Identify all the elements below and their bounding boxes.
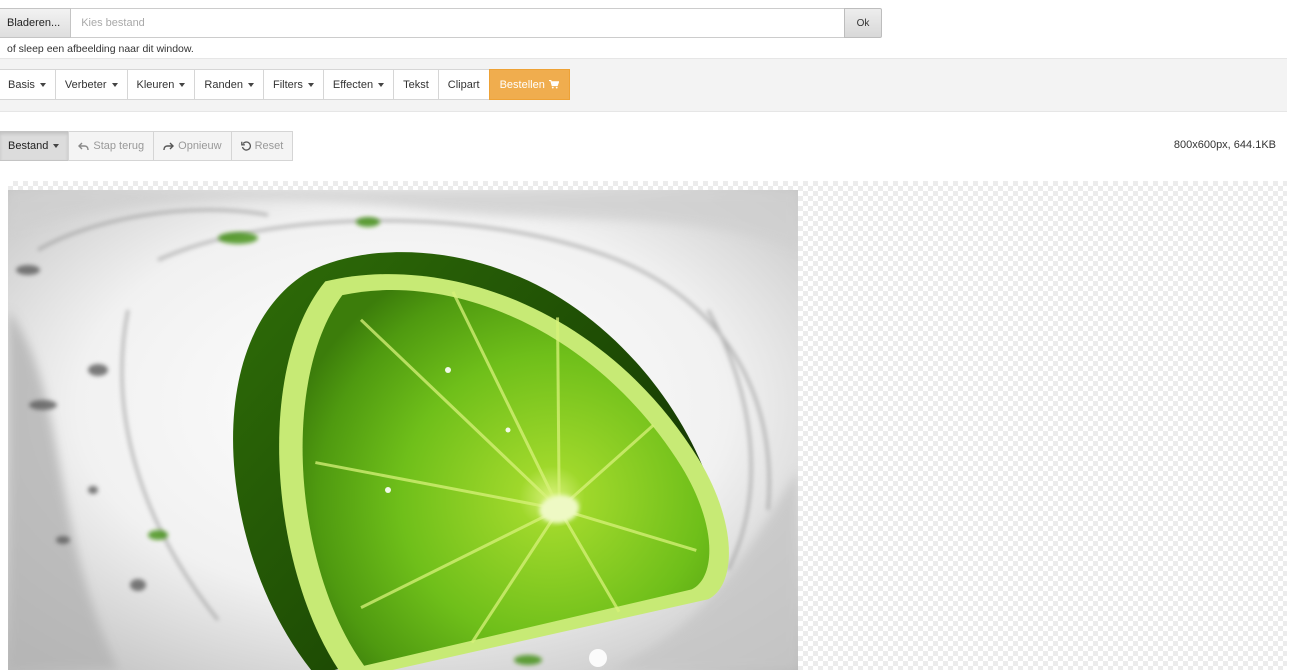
lime-splash-image bbox=[8, 190, 798, 670]
reset-label: Reset bbox=[254, 140, 284, 152]
caret-down-icon bbox=[111, 82, 118, 87]
browse-button-label: Bladeren... bbox=[7, 17, 61, 29]
browse-button[interactable]: Bladeren... bbox=[0, 8, 72, 38]
ok-button[interactable]: Ok bbox=[844, 8, 882, 38]
edited-photo[interactable] bbox=[8, 190, 798, 670]
menu-label: Randen bbox=[204, 78, 243, 91]
menu-label: Kleuren bbox=[136, 78, 175, 91]
redo-icon bbox=[163, 142, 175, 150]
menu-filters[interactable]: Filters bbox=[262, 69, 324, 100]
image-canvas[interactable] bbox=[8, 181, 1287, 670]
ok-button-label: Ok bbox=[856, 17, 870, 29]
undo-icon bbox=[78, 142, 90, 150]
menu-tekst[interactable]: Tekst bbox=[393, 69, 439, 100]
menu-bar: Basis Verbeter Kleuren Randen Filters Ef… bbox=[0, 58, 1287, 112]
file-menu-label: Bestand bbox=[8, 140, 49, 152]
caret-down-icon bbox=[179, 82, 186, 87]
file-menu-button[interactable]: Bestand bbox=[0, 131, 70, 161]
menu-verbeter[interactable]: Verbeter bbox=[54, 69, 128, 100]
menu-label: Effecten bbox=[332, 78, 374, 91]
menu-clipart[interactable]: Clipart bbox=[437, 69, 490, 100]
caret-down-icon bbox=[39, 82, 46, 87]
menu-randen[interactable]: Randen bbox=[194, 69, 264, 100]
cart-icon bbox=[548, 80, 559, 89]
menu-label: Clipart bbox=[447, 78, 480, 91]
menu-label: Verbeter bbox=[64, 78, 107, 91]
edit-toolbar: Bestand Stap terug Opnieuw Reset bbox=[0, 131, 294, 161]
reset-button[interactable]: Reset bbox=[230, 131, 294, 161]
undo-label: Stap terug bbox=[93, 140, 145, 152]
caret-down-icon bbox=[378, 82, 385, 87]
file-bar: Bladeren... Ok bbox=[0, 8, 882, 38]
image-size-info: 800x600px, 644.1KB bbox=[1173, 139, 1276, 151]
menu-effecten[interactable]: Effecten bbox=[322, 69, 395, 100]
order-button[interactable]: Bestellen bbox=[488, 69, 570, 100]
caret-down-icon bbox=[247, 82, 254, 87]
undo-button[interactable]: Stap terug bbox=[68, 131, 155, 161]
menu-label: Basis bbox=[8, 78, 35, 91]
redo-label: Opnieuw bbox=[178, 140, 222, 152]
menu-label: Filters bbox=[272, 78, 303, 91]
order-button-label: Bestellen bbox=[499, 78, 545, 91]
menu-basis[interactable]: Basis bbox=[0, 69, 56, 100]
redo-button[interactable]: Opnieuw bbox=[153, 131, 232, 161]
file-name-input[interactable] bbox=[71, 8, 844, 38]
menu-group: Basis Verbeter Kleuren Randen Filters Ef… bbox=[0, 69, 570, 100]
reset-icon bbox=[240, 141, 251, 151]
caret-down-icon bbox=[307, 82, 314, 87]
menu-label: Tekst bbox=[403, 78, 429, 91]
menu-kleuren[interactable]: Kleuren bbox=[126, 69, 196, 100]
caret-down-icon bbox=[53, 144, 60, 148]
drop-hint: of sleep een afbeelding naar dit window. bbox=[7, 43, 194, 55]
